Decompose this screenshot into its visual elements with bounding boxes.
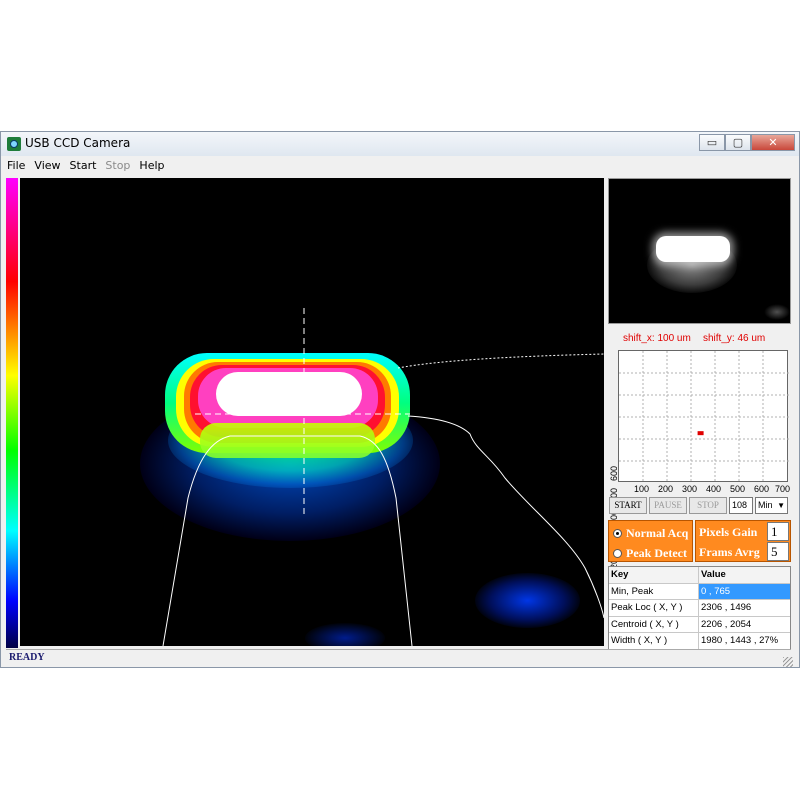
- peak-detect-option[interactable]: Peak Detect: [613, 546, 687, 561]
- table-row[interactable]: Centroid ( X, Y ) 2206 , 2054: [609, 616, 790, 633]
- preview-beam: [656, 236, 730, 262]
- status-text: READY: [9, 652, 45, 663]
- table-value-cell[interactable]: 2306 , 1496: [699, 600, 790, 616]
- frames-avg-input[interactable]: 5: [767, 542, 789, 561]
- shift-scatter-plot: [618, 350, 789, 483]
- status-bar: READY: [6, 649, 793, 667]
- camera-beam-image[interactable]: [20, 178, 604, 646]
- table-row[interactable]: Width ( X, Y ) 1980 , 1443 , 27%: [609, 633, 790, 649]
- plot-grid: [619, 351, 789, 483]
- time-unit-select[interactable]: Min ▼: [755, 497, 788, 514]
- table-value-cell[interactable]: 0 , 765: [699, 583, 790, 599]
- start-button[interactable]: START: [609, 497, 647, 514]
- pixels-gain-input[interactable]: 1: [767, 522, 789, 541]
- menu-help[interactable]: Help: [139, 159, 164, 172]
- table-value-cell[interactable]: 2206 , 2054: [699, 617, 790, 633]
- window-controls: ▭ ▢ ✕: [699, 134, 795, 152]
- interval-input[interactable]: 108: [729, 497, 753, 514]
- measurement-table: Key Value Min, Peak 0 , 765 Peak Loc ( X…: [608, 566, 791, 650]
- x-tick: 100: [634, 484, 650, 494]
- menu-start[interactable]: Start: [70, 159, 97, 172]
- close-button[interactable]: ✕: [751, 134, 795, 151]
- table-key-cell: Min, Peak: [609, 583, 699, 599]
- table-key-cell: Centroid ( X, Y ): [609, 616, 699, 632]
- menu-file[interactable]: File: [7, 159, 25, 172]
- frames-avg-label: Frams Avrg: [699, 545, 760, 559]
- table-key-cell: Width ( X, Y ): [609, 633, 699, 649]
- vertical-profile-curve-upper: [397, 353, 604, 369]
- stop-button[interactable]: STOP: [689, 497, 727, 514]
- pause-button[interactable]: PAUSE: [649, 497, 687, 514]
- table-row[interactable]: Peak Loc ( X, Y ) 2306 , 1496: [609, 600, 790, 617]
- shift-x-label: shift_x: 100 um: [623, 333, 691, 344]
- x-tick: 700: [775, 484, 791, 494]
- intensity-color-scale: [6, 178, 18, 648]
- thumbnail-preview: [608, 178, 791, 324]
- x-tick: 500: [730, 484, 746, 494]
- profile-overlay: [162, 308, 604, 646]
- shift-point-marker: [697, 431, 704, 436]
- vertical-profile-curve-lower: [407, 415, 604, 619]
- menu-bar: File View Start Stop Help: [1, 156, 799, 175]
- restore-button[interactable]: ▢: [725, 134, 751, 151]
- peak-detect-radio[interactable]: [613, 549, 622, 558]
- pixels-gain-label: Pixels Gain: [699, 525, 758, 539]
- x-tick: 200: [658, 484, 674, 494]
- window-title: USB CCD Camera: [25, 136, 131, 150]
- value-column-header: Value: [699, 567, 790, 583]
- table-header-row: Key Value: [609, 567, 790, 584]
- dropdown-arrow-icon: ▼: [777, 501, 785, 510]
- peak-detect-label: Peak Detect: [626, 546, 687, 560]
- normal-acq-radio[interactable]: [613, 529, 622, 538]
- app-window: USB CCD Camera ▭ ▢ ✕ File View Start Sto…: [0, 131, 800, 668]
- minimize-button[interactable]: ▭: [699, 134, 725, 151]
- x-tick: 600: [754, 484, 770, 494]
- y-tick: 600: [609, 465, 619, 481]
- menu-stop[interactable]: Stop: [105, 159, 130, 172]
- key-column-header: Key: [609, 567, 699, 583]
- normal-acq-label: Normal Acq: [626, 526, 689, 540]
- table-value-cell[interactable]: 1980 , 1443 , 27%: [699, 633, 790, 649]
- acquisition-mode-panel: Normal Acq Peak Detect: [608, 520, 693, 562]
- title-bar[interactable]: USB CCD Camera ▭ ▢ ✕: [1, 132, 799, 156]
- time-unit-value: Min: [758, 500, 773, 510]
- menu-view[interactable]: View: [34, 159, 60, 172]
- table-key-cell: Peak Loc ( X, Y ): [609, 600, 699, 616]
- normal-acq-option[interactable]: Normal Acq: [613, 526, 688, 541]
- x-tick: 400: [706, 484, 722, 494]
- camera-app-icon: [7, 137, 21, 151]
- table-row[interactable]: Min, Peak 0 , 765: [609, 583, 790, 600]
- horizontal-profile-curve: [162, 435, 413, 646]
- shift-y-label: shift_y: 46 um: [703, 333, 766, 344]
- x-tick: 300: [682, 484, 698, 494]
- preview-spot: [764, 304, 790, 320]
- resize-grip-icon[interactable]: [783, 657, 793, 667]
